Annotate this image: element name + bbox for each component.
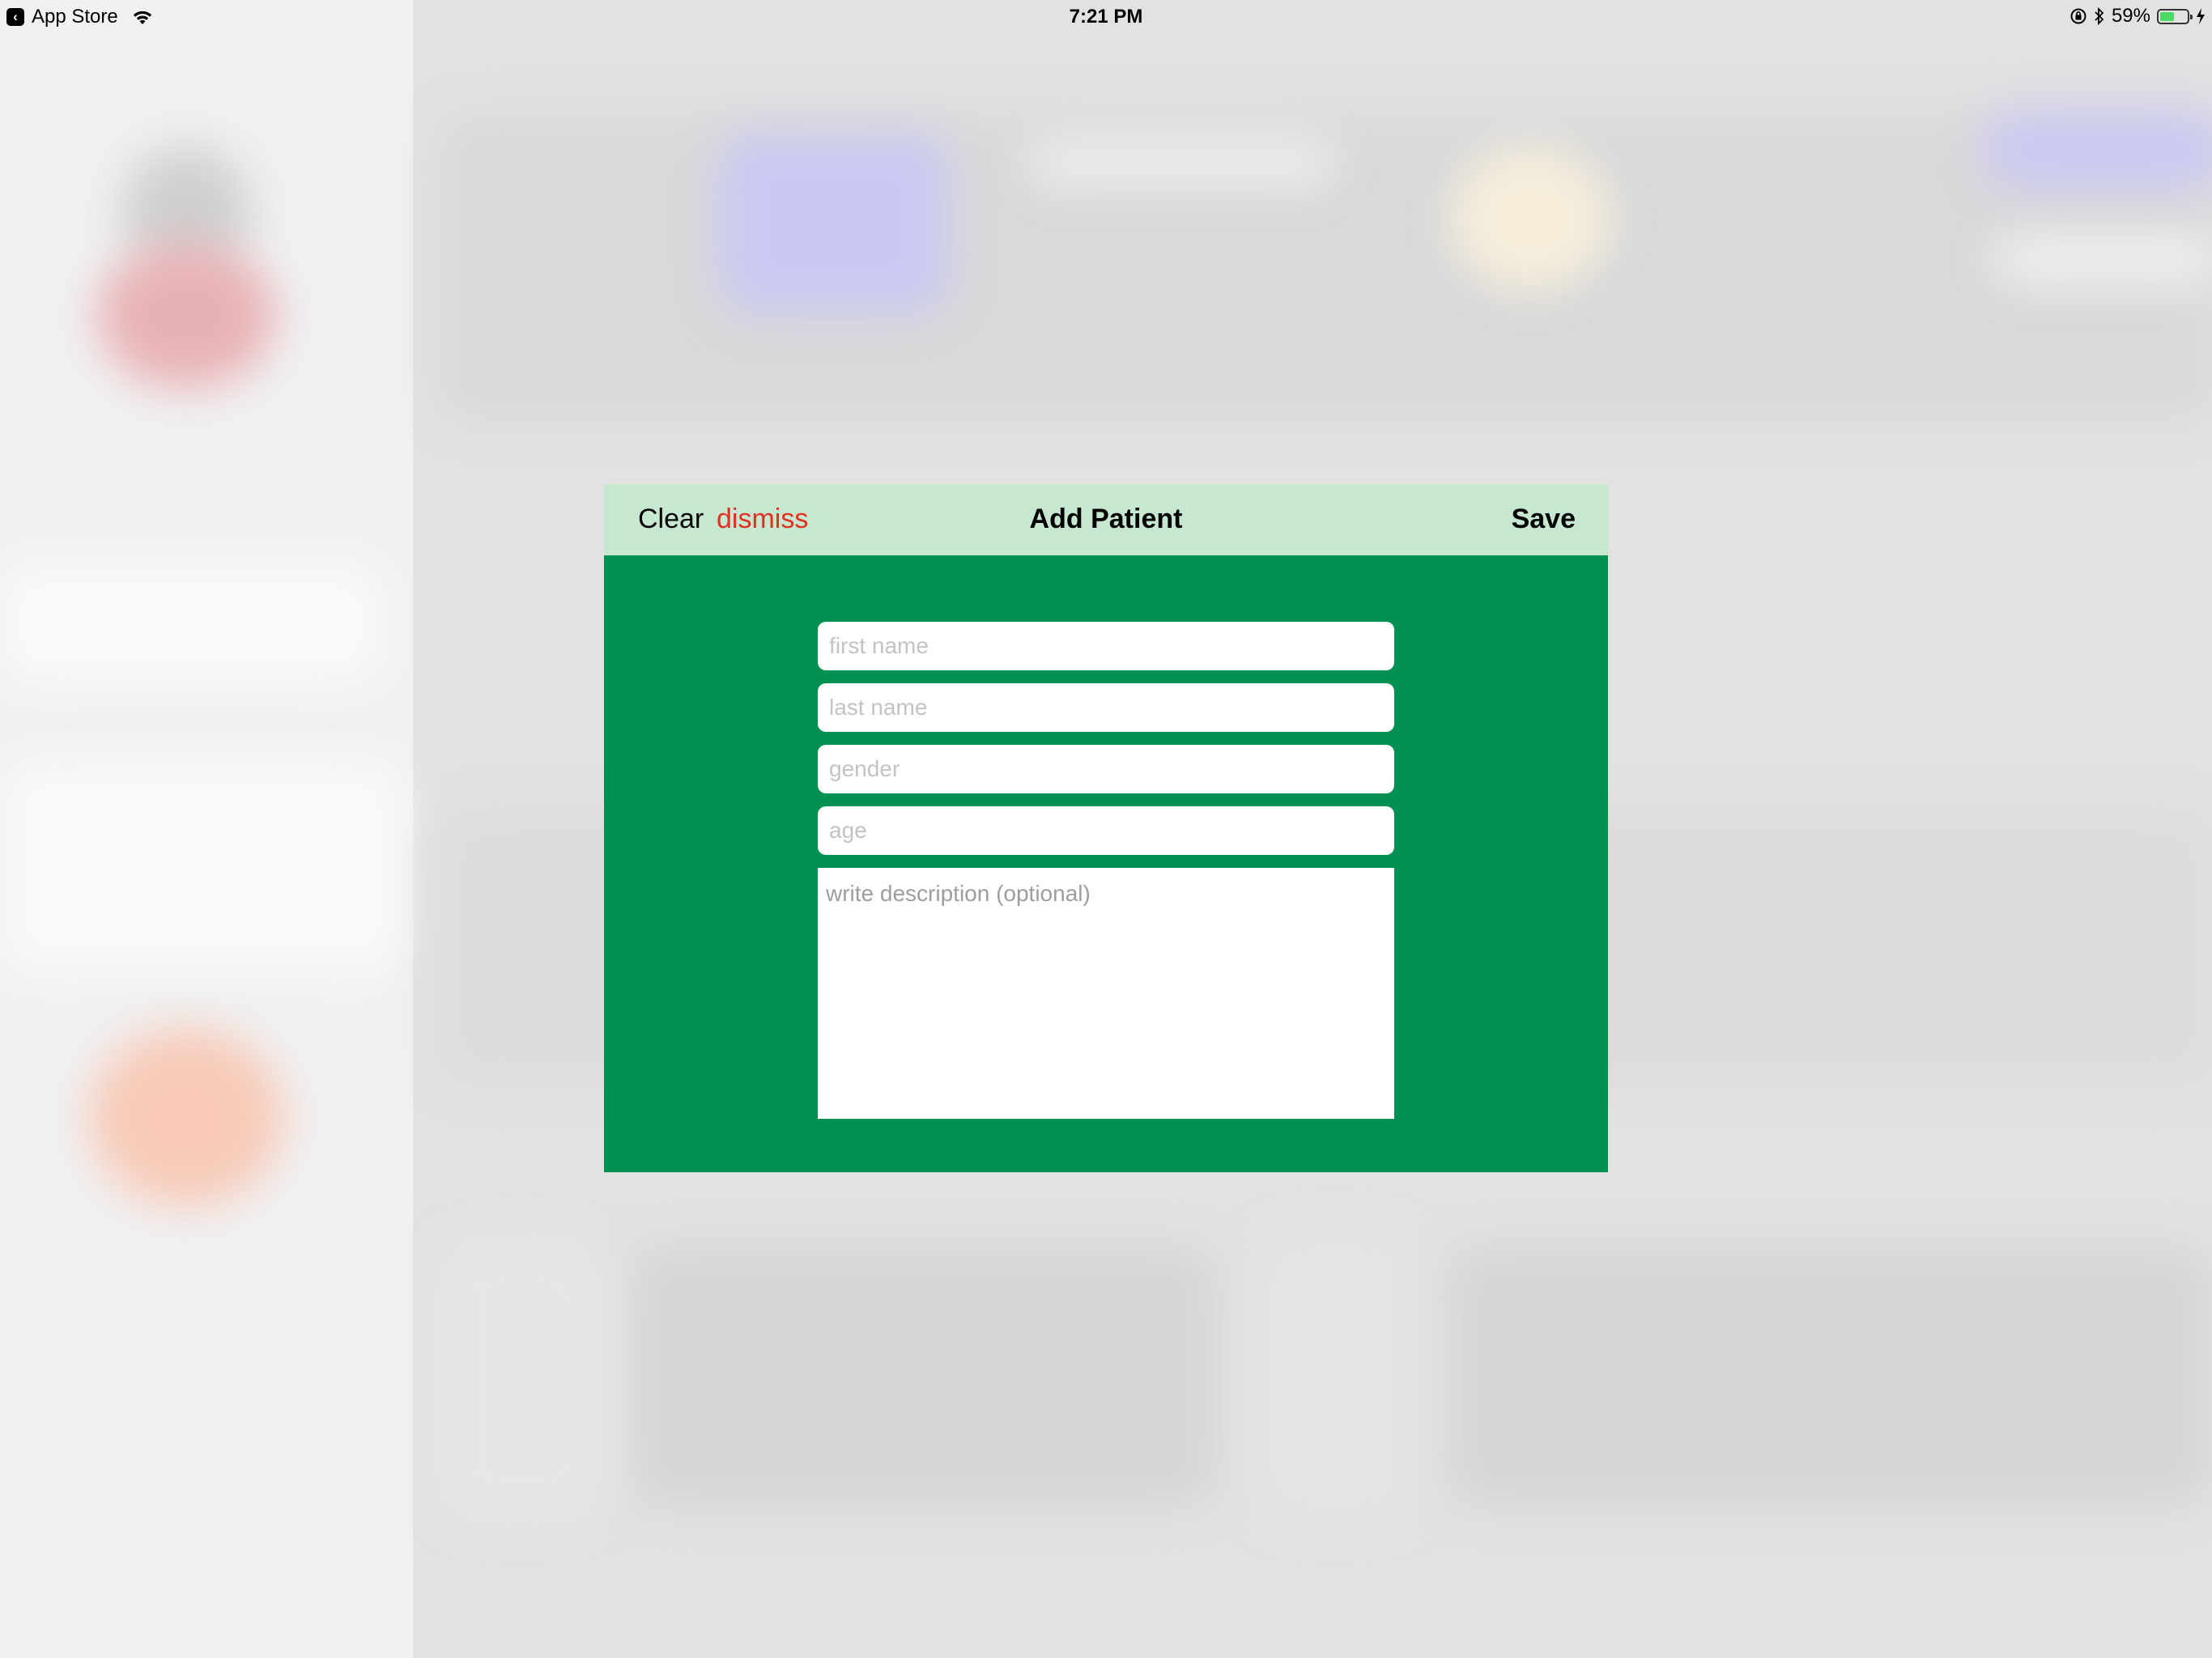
background-shape [632,1247,1214,1506]
description-textarea[interactable] [818,868,1394,1119]
background-shape [0,761,405,971]
gender-field[interactable] [818,745,1394,793]
status-time: 7:21 PM [1069,6,1143,28]
background-shape [1984,113,2212,186]
battery-icon [2157,8,2193,24]
bluetooth-icon [2095,6,2104,26]
last-name-field[interactable] [818,683,1394,732]
status-bar: ‹ App Store 7:21 PM 59% [0,0,2212,32]
save-button[interactable]: Save [1512,504,1576,535]
modal-title: Add Patient [1029,504,1183,534]
background-shape [721,134,947,312]
background-shape [437,1239,607,1522]
background-shape [97,243,275,389]
background-shape [1028,138,1336,186]
charging-bolt-icon [2197,8,2205,24]
modal-nav-bar: Clear dismiss Add Patient Save [604,484,1608,555]
background-shape [1992,235,2212,283]
first-name-field[interactable] [818,622,1394,670]
orientation-lock-icon [2070,8,2087,24]
background-shape [1449,1247,2210,1506]
status-indicators: 59% [2063,5,2206,28]
battery-percent: 59% [2111,5,2150,27]
battery-level-fill [2160,11,2175,21]
background-shape [0,567,381,680]
add-patient-modal: Clear dismiss Add Patient Save [604,484,1608,1172]
background-shape [89,1028,283,1206]
age-field[interactable] [818,806,1394,855]
background-shape [1255,1231,1417,1522]
background-shape [1449,146,1611,291]
